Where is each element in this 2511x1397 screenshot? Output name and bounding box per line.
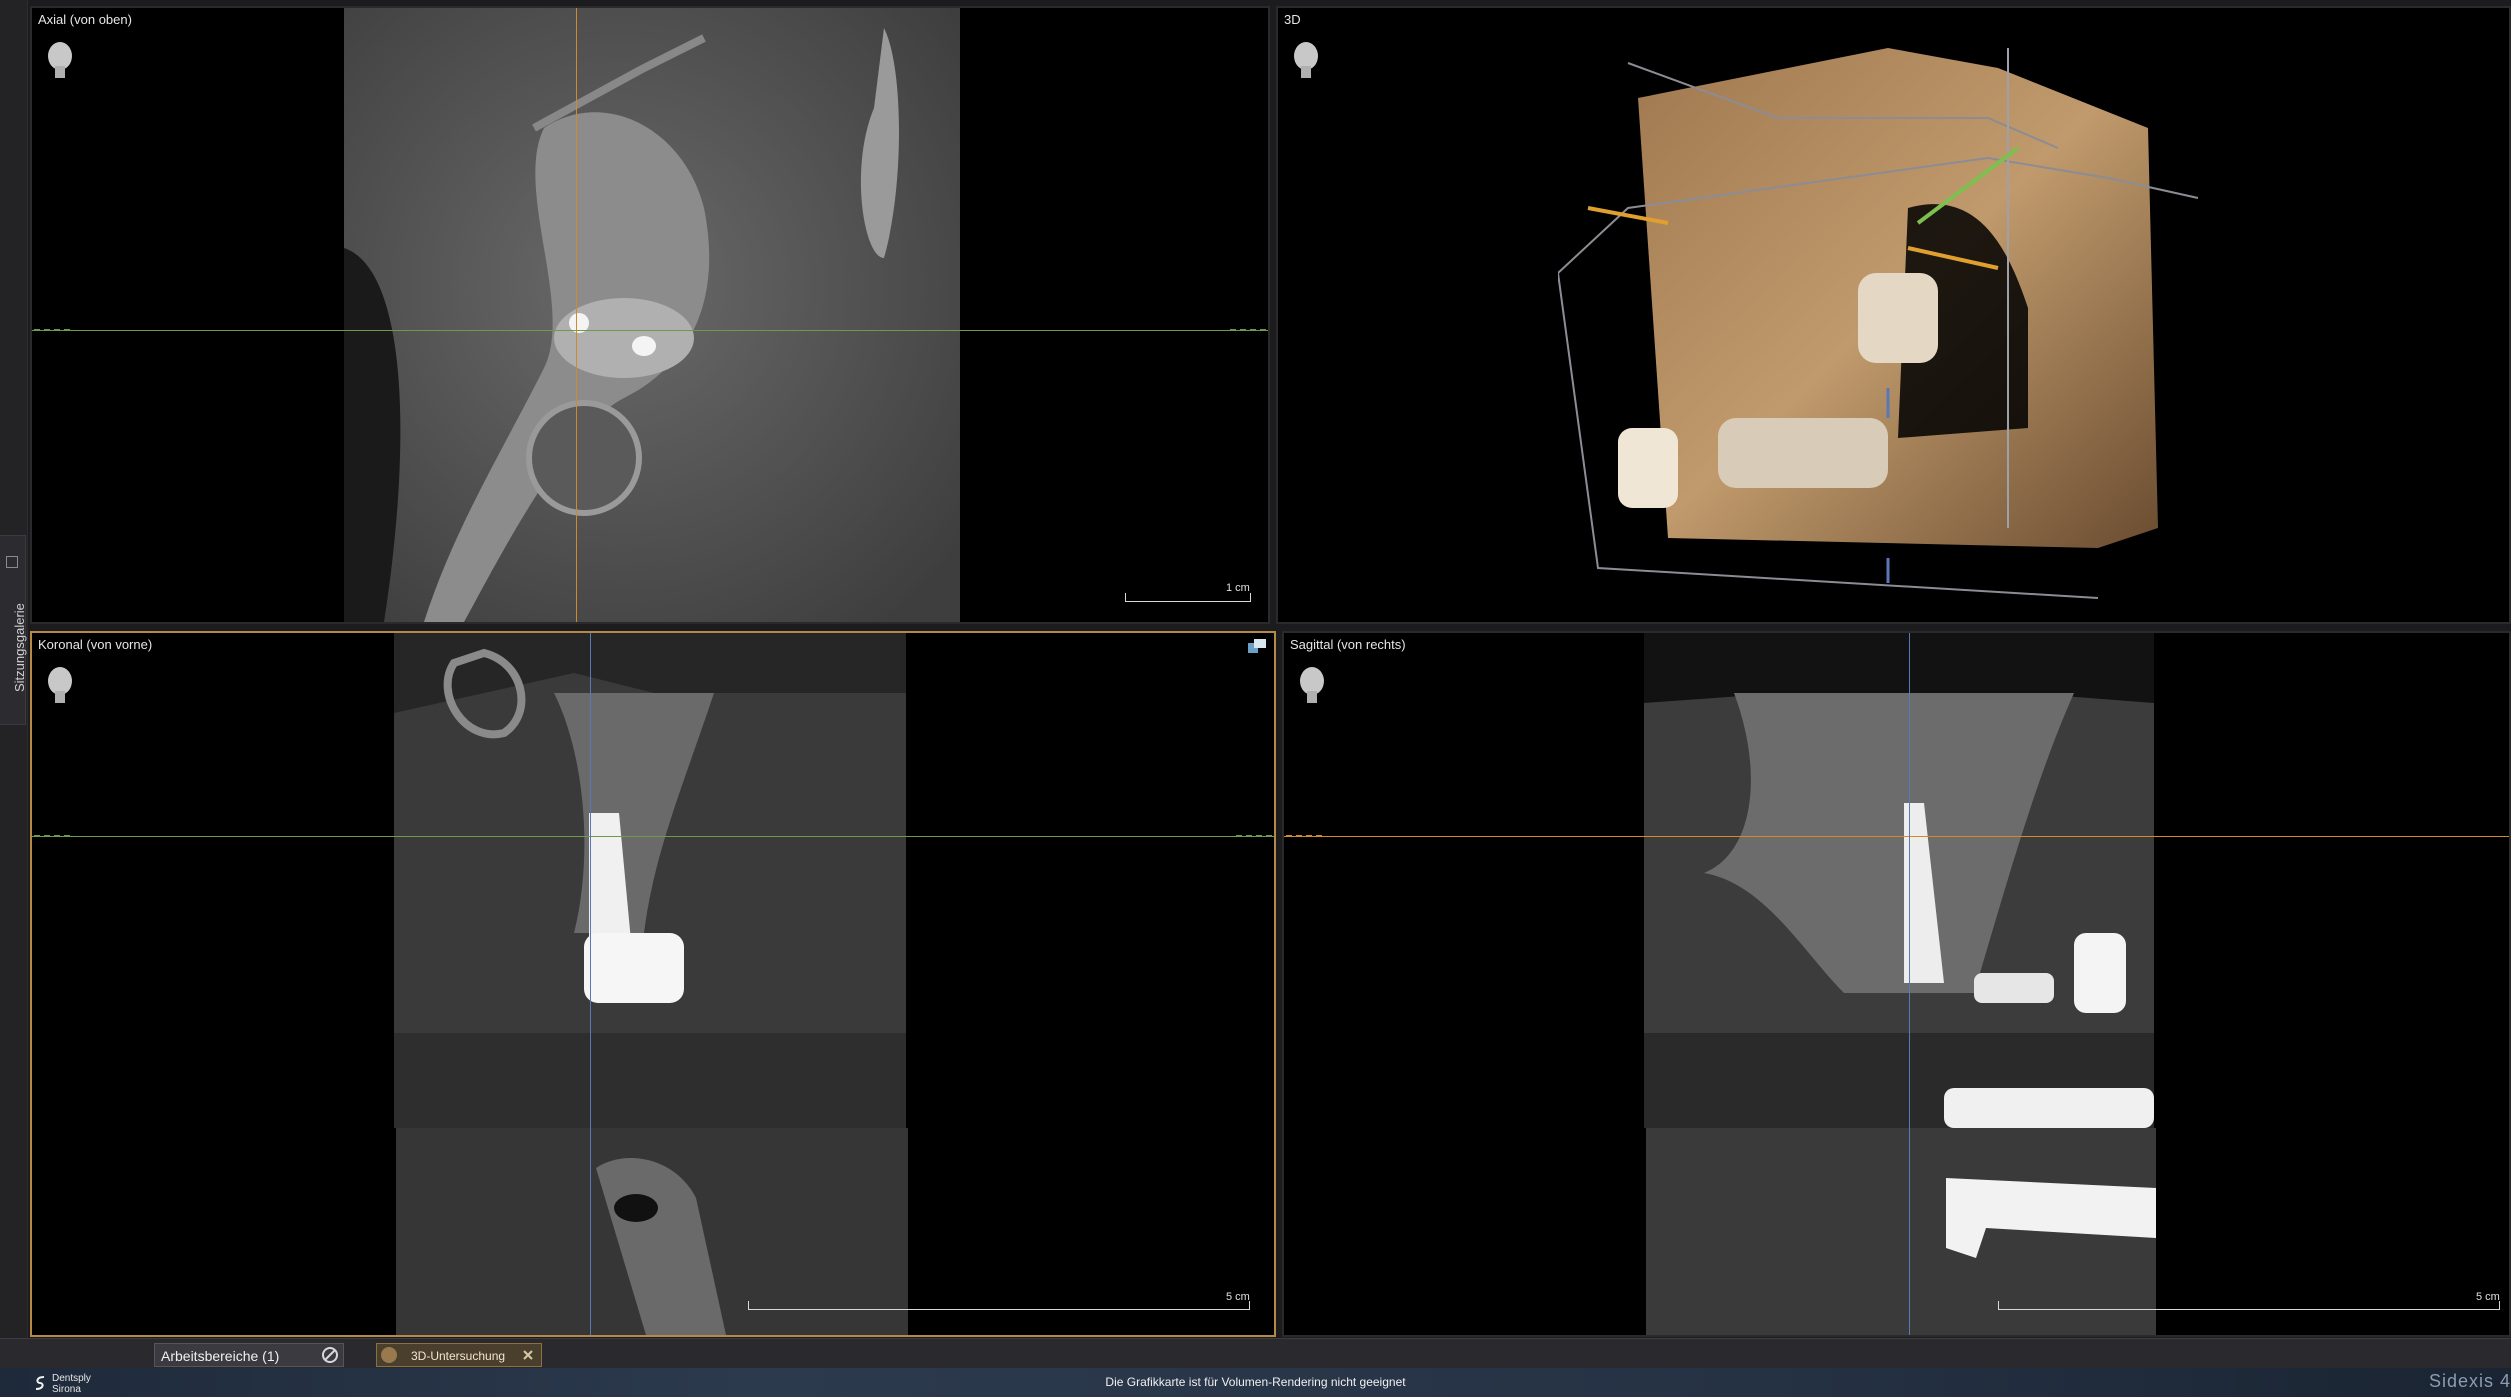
viewport-3d[interactable]: 3D [1276, 6, 2511, 624]
head-orientation-icon[interactable] [1298, 665, 1326, 705]
viewport-title: Koronal (von vorne) [38, 637, 153, 652]
viewport-axial[interactable]: Axial (von oben) 1 cm [30, 6, 1270, 624]
status-bar: Dentsply Sirona Die Grafikkarte ist für … [0, 1368, 2511, 1397]
close-icon[interactable] [521, 1348, 535, 1362]
viewport-title: 3D [1284, 12, 1301, 27]
workspaces-tab[interactable]: Arbeitsbereiche (1) [154, 1343, 344, 1367]
volume-rendering [1558, 8, 2258, 622]
scale-bar [1125, 593, 1251, 602]
gallery-icon [6, 556, 18, 568]
axial-crosshair-handle-left[interactable] [34, 329, 70, 331]
coronal-crosshair-vertical[interactable] [590, 633, 591, 1335]
sagittal-crosshair-vertical[interactable] [1909, 633, 1910, 1335]
head-orientation-icon[interactable] [1292, 40, 1320, 80]
sagittal-crosshair-horizontal[interactable] [1284, 836, 2509, 837]
workspace-tab-bar: Arbeitsbereiche (1) 3D-Untersuchung [0, 1338, 2511, 1369]
scale-label: 5 cm [2476, 1291, 2500, 1303]
axial-scan-image [344, 8, 960, 622]
head-orientation-icon[interactable] [46, 665, 74, 705]
viewport-sagittal[interactable]: Sagittal (von rechts) 5 cm [1282, 631, 2511, 1337]
exam-tab-label: 3D-Untersuchung [411, 1349, 506, 1363]
axial-crosshair-vertical[interactable] [576, 8, 577, 622]
app-name: Sidexis 4 [2428, 1371, 2511, 1391]
coronal-crosshair-handle-right[interactable] [1236, 835, 1272, 837]
workspaces-tab-label: Arbeitsbereiche (1) [161, 1348, 280, 1364]
viewport-title: Sagittal (von rechts) [1290, 637, 1406, 652]
axial-crosshair-horizontal[interactable] [32, 330, 1268, 331]
scale-bar [748, 1301, 1250, 1310]
axial-crosshair-handle-right[interactable] [1230, 329, 1266, 331]
sagittal-scan-image-upper [1644, 633, 2154, 1128]
coronal-crosshair-handle-left[interactable] [34, 835, 70, 837]
status-message: Die Grafikkarte ist für Volumen-Renderin… [1105, 1375, 1406, 1389]
viewport-coronal[interactable]: Koronal (von vorne) 5 cm [30, 631, 1276, 1337]
coronal-scan-image-upper [394, 633, 906, 1128]
session-gallery-label: Sitzungsgalerie [12, 603, 27, 692]
scale-label: 5 cm [1226, 1291, 1250, 1303]
scale-bar [1998, 1301, 2500, 1310]
scale-label: 1 cm [1226, 582, 1250, 594]
head-orientation-icon[interactable] [46, 40, 74, 80]
session-gallery-tab[interactable]: Sitzungsgalerie [0, 535, 27, 725]
sagittal-crosshair-handle-left[interactable] [1286, 835, 1322, 837]
viewport-title: Axial (von oben) [38, 12, 132, 27]
viewport-menu-icon[interactable] [1248, 639, 1266, 653]
workspace-tool-icon[interactable] [321, 1346, 339, 1364]
exam-avatar-icon [381, 1347, 397, 1363]
exam-tab[interactable]: 3D-Untersuchung [376, 1343, 542, 1367]
coronal-crosshair-horizontal[interactable] [32, 836, 1274, 837]
